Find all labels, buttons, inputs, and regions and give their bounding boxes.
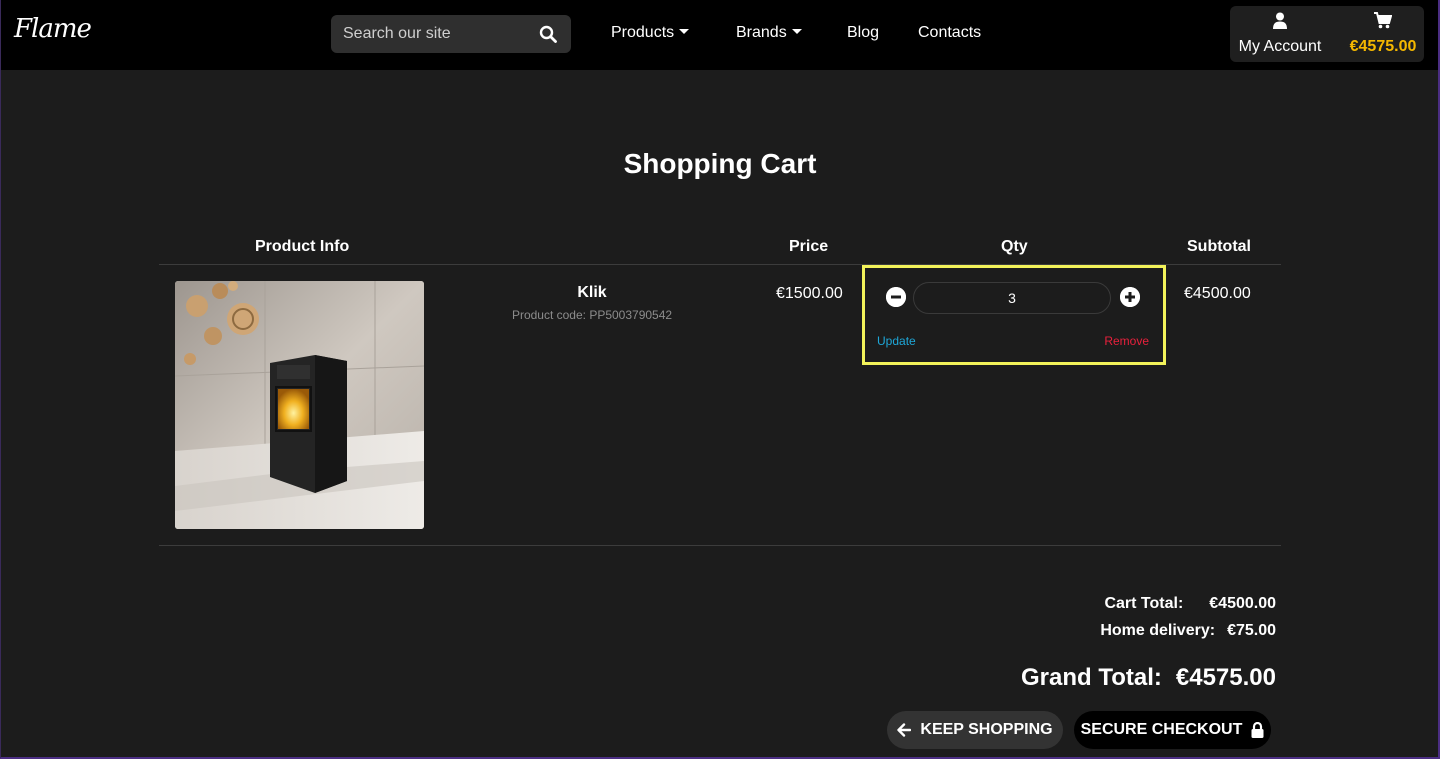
my-account-label: My Account [1238,38,1322,55]
keep-shopping-button[interactable]: KEEP SHOPPING [887,711,1063,749]
grand-total-value: €4575.00 [1175,664,1276,691]
delivery-value: €75.00 [1227,622,1276,639]
quantity-stepper: Update Remove [862,265,1166,365]
remove-link[interactable]: Remove [1104,334,1149,348]
nav-products-label: Products [611,24,675,41]
product-code: Product code: PP5003790542 [511,308,673,322]
update-link[interactable]: Update [877,334,916,348]
column-header-qty: Qty [1001,238,1028,255]
product-price: €1500.00 [776,285,843,302]
table-divider-bottom [159,545,1281,546]
search-bar [331,15,571,53]
header-cart-total: €4575.00 [1349,38,1417,55]
plus-circle-icon[interactable] [1120,287,1140,307]
quantity-input[interactable] [913,282,1111,314]
nav-brands[interactable]: Brands [736,24,802,42]
arrow-left-icon [897,723,912,737]
account-cart-box: My Account €4575.00 [1230,6,1424,62]
column-header-subtotal: Subtotal [1187,238,1251,255]
page-title: Shopping Cart [623,148,817,179]
product-image[interactable] [175,281,424,529]
search-icon[interactable] [539,25,557,43]
search-input[interactable] [331,15,531,53]
delivery-label: Home delivery: [1100,622,1216,639]
user-icon [1273,12,1287,29]
nav-contacts[interactable]: Contacts [918,24,981,42]
column-header-product-info: Product Info [255,238,350,255]
nav-products[interactable]: Products [611,24,690,42]
column-header-price: Price [789,238,829,255]
cart-total-value: €4500.00 [1209,595,1276,612]
grand-total-row: Grand Total: €4575.00 [1021,664,1276,692]
product-name[interactable]: Klik [492,284,692,302]
cart-total-row: Cart Total: €4500.00 [1104,595,1276,613]
nav-brands-label: Brands [736,24,787,41]
product-subtotal: €4500.00 [1184,285,1251,302]
lock-icon [1251,722,1264,738]
grand-total-label: Grand Total: [1021,664,1162,691]
secure-checkout-button[interactable]: SECURE CHECKOUT [1074,711,1271,749]
secure-checkout-label: SECURE CHECKOUT [1080,721,1243,738]
site-header: Flame Products Brands Blog Contacts My A… [0,0,1440,70]
chevron-down-icon [791,29,802,34]
cart-total-label: Cart Total: [1104,595,1184,612]
chevron-down-icon [679,29,690,34]
my-account-link[interactable]: My Account [1238,12,1322,56]
delivery-row: Home delivery: €75.00 [1100,622,1276,640]
minus-circle-icon[interactable] [886,287,906,307]
keep-shopping-label: KEEP SHOPPING [920,721,1053,738]
cart-icon [1374,12,1393,29]
nav-blog[interactable]: Blog [847,24,879,42]
cart-link[interactable]: €4575.00 [1348,12,1418,56]
flame-logo[interactable]: Flame [14,14,92,44]
